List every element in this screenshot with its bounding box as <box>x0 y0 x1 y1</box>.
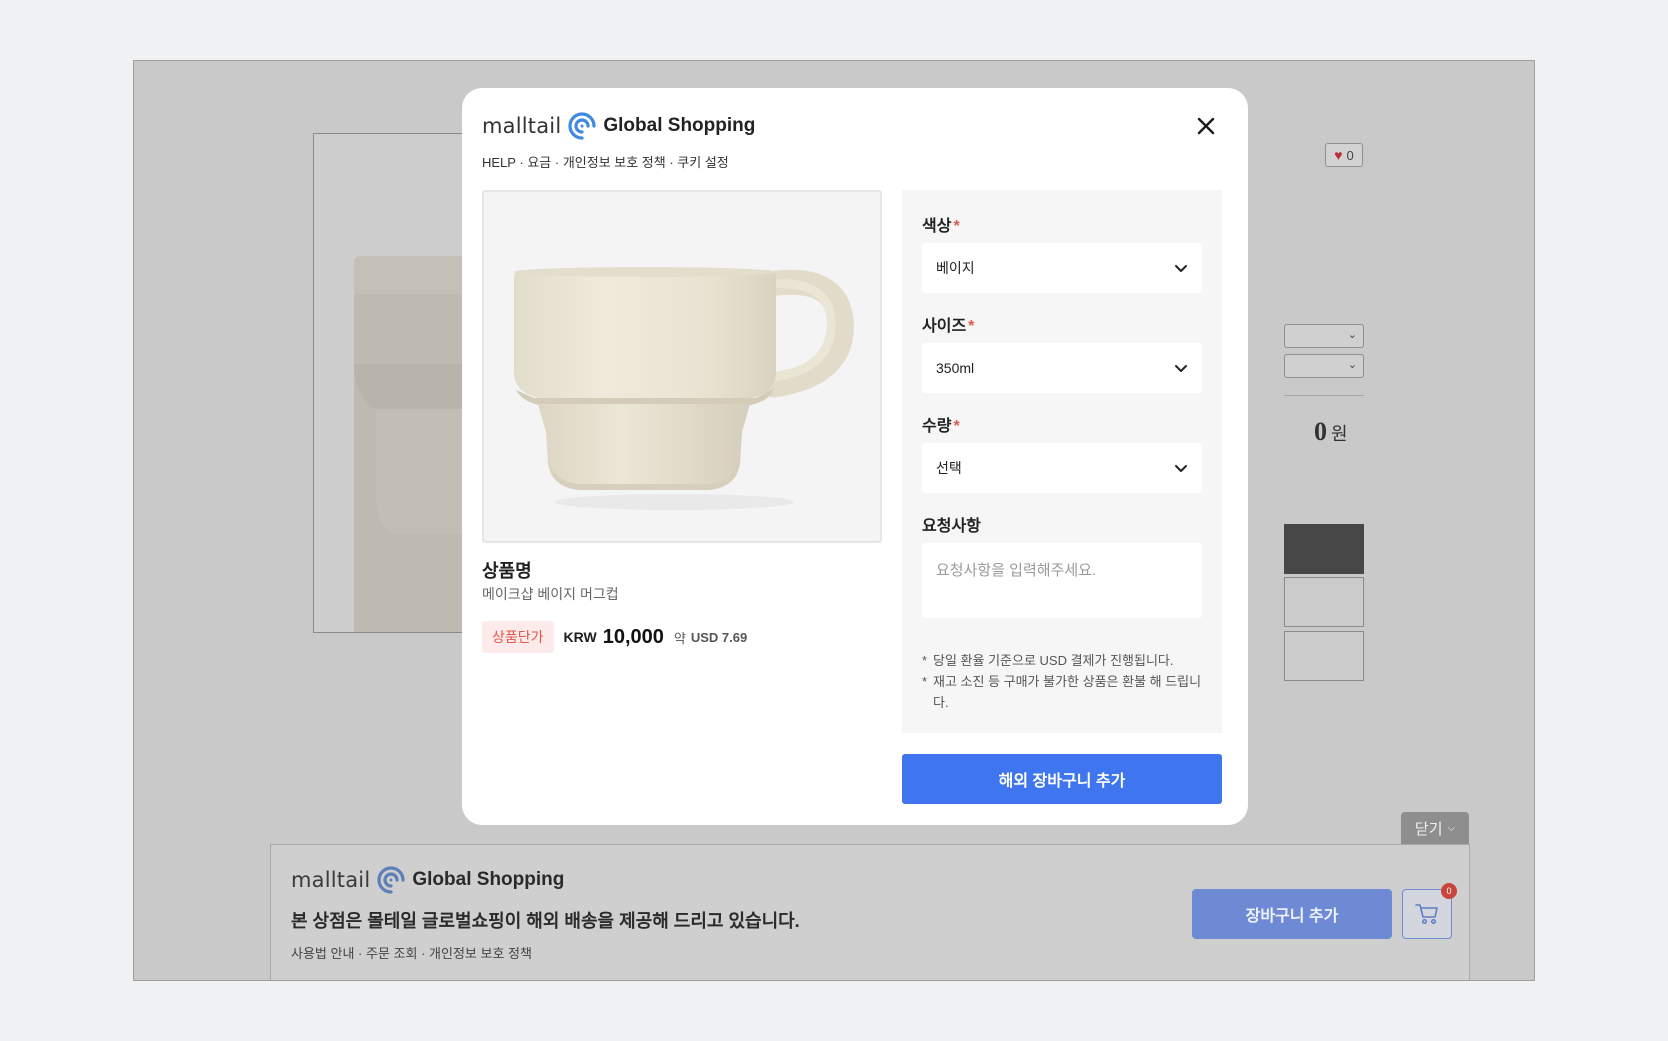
close-tab-label: 닫기 <box>1414 820 1443 838</box>
chevron-down-icon <box>1175 264 1187 272</box>
price-usd: USD 7.69 <box>690 629 748 645</box>
malltail-wordmark: malltail <box>482 114 562 138</box>
background-option-select-1: ⌄ <box>1284 324 1364 348</box>
background-wishlist-button: ♥ 0 <box>1325 143 1363 167</box>
bottom-bar-cart-button[interactable]: 0 <box>1402 883 1457 939</box>
background-total-price: 0원 <box>1314 417 1348 447</box>
product-name: 메이크샵 베이지 머그컵 <box>482 586 619 602</box>
size-select-value: 350ml <box>936 360 975 376</box>
note-text: 당일 환율 기준으로 USD 결제가 진행됩니다. <box>933 653 1174 668</box>
link-separator: · <box>421 946 430 961</box>
chevron-down-icon: ⌄ <box>1347 329 1357 341</box>
screenshot-frame: ♥ 0 ⌄ ⌄ 0원 닫기 ⌵ malltail Global Shopping… <box>0 0 1668 1041</box>
malltail-wordmark: malltail <box>291 868 371 892</box>
request-label: 요청사항 <box>922 518 981 535</box>
background-divider <box>1284 395 1364 396</box>
bottom-bar-links: 사용법 안내 · 주문 조회 · 개인정보 보호 정책 <box>291 943 532 962</box>
product-name-label: 상품명 <box>482 561 532 581</box>
background-wish-button <box>1284 631 1364 681</box>
color-select[interactable]: 베이지 <box>922 243 1202 293</box>
link-cookie-settings[interactable]: 쿠키 설정 <box>677 155 728 170</box>
bottom-bar-headline: 본 상점은 몰테일 글로벌쇼핑이 해외 배송을 제공해 드리고 있습니다. <box>291 911 800 931</box>
close-icon <box>1197 117 1215 135</box>
color-label-text: 색상 <box>922 218 952 235</box>
product-image <box>482 190 882 543</box>
size-label: 사이즈 * <box>922 312 974 336</box>
background-total-amount: 0 <box>1314 417 1327 446</box>
quantity-label-text: 수량 <box>922 418 952 435</box>
global-shopping-label: Global Shopping <box>603 115 756 136</box>
link-help[interactable]: HELP <box>482 155 516 170</box>
bottom-bar-close-tab[interactable]: 닫기 ⌵ <box>1401 812 1469 844</box>
modal-close-button[interactable] <box>1190 110 1222 142</box>
note-bullet: * <box>922 653 928 668</box>
note-item: * 재고 소진 등 구매가 불가한 상품은 환불 해 드립니다. <box>922 671 1206 713</box>
request-textarea[interactable]: 요청사항을 입력해주세요. <box>922 543 1202 618</box>
unit-price-badge: 상품단가 <box>482 621 554 653</box>
chevron-down-icon: ⌄ <box>1347 359 1357 371</box>
heart-icon: ♥ <box>1334 147 1343 163</box>
notes: * 당일 환율 기준으로 USD 결제가 진행됩니다. * 재고 소진 등 구매… <box>922 650 1206 713</box>
background-cart-button <box>1284 577 1364 627</box>
color-label: 색상 * <box>922 212 960 236</box>
quantity-select-value: 선택 <box>936 460 962 476</box>
cart-icon <box>1415 904 1438 925</box>
chevron-down-icon <box>1175 364 1187 372</box>
request-placeholder: 요청사항을 입력해주세요. <box>936 562 1097 579</box>
modal-logo: malltail Global Shopping <box>482 111 755 141</box>
price-approx-label: 약 <box>673 630 686 646</box>
link-privacy-policy[interactable]: 개인정보 보호 정책 <box>429 946 532 961</box>
options-panel: 색상 * 베이지 사이즈 * 350ml 수량 * 선택 요청사항 요청사항을 … <box>902 190 1222 733</box>
cart-count-badge: 0 <box>1441 883 1457 899</box>
link-pricing[interactable]: 요금 <box>527 155 551 170</box>
price-currency: KRW <box>563 629 597 645</box>
modal-links: HELP · 요금 · 개인정보 보호 정책 · 쿠키 설정 <box>482 152 729 171</box>
required-mark: * <box>953 218 960 235</box>
background-option-select-2: ⌄ <box>1284 354 1364 378</box>
background-total-unit: 원 <box>1331 424 1348 444</box>
required-mark: * <box>968 318 975 335</box>
quantity-select[interactable]: 선택 <box>922 443 1202 493</box>
price-value: 10,000 <box>602 625 664 648</box>
bottom-bar-add-to-cart-button[interactable]: 장바구니 추가 <box>1192 889 1392 939</box>
quantity-label: 수량 * <box>922 412 960 436</box>
link-order-lookup[interactable]: 주문 조회 <box>366 946 417 961</box>
chevron-down-icon <box>1175 464 1187 472</box>
size-select[interactable]: 350ml <box>922 343 1202 393</box>
background-buy-button <box>1284 524 1364 574</box>
add-to-cart-modal: malltail Global Shopping HELP · 요금 · 개인정… <box>462 88 1248 825</box>
add-to-overseas-cart-button[interactable]: 해외 장바구니 추가 <box>902 754 1222 804</box>
beige-mug-image <box>514 267 854 510</box>
required-mark: * <box>953 418 960 435</box>
malltail-swirl-logo-icon <box>568 112 596 140</box>
link-usage-guide[interactable]: 사용법 안내 <box>291 946 354 961</box>
link-separator: · <box>554 155 563 170</box>
color-select-value: 베이지 <box>936 260 975 276</box>
malltail-swirl-logo-icon <box>377 866 405 894</box>
note-bullet: * <box>922 674 928 689</box>
global-shopping-label: Global Shopping <box>412 869 565 890</box>
size-label-text: 사이즈 <box>922 318 967 335</box>
link-privacy-policy[interactable]: 개인정보 보호 정책 <box>563 155 666 170</box>
chevron-down-icon: ⌵ <box>1447 822 1456 834</box>
link-separator: · <box>358 946 366 961</box>
wishlist-count: 0 <box>1346 147 1354 163</box>
malltail-bottom-bar: malltail Global Shopping 본 상점은 몰테일 글로벌쇼핑… <box>270 844 1470 980</box>
note-item: * 당일 환율 기준으로 USD 결제가 진행됩니다. <box>922 650 1206 671</box>
note-text: 재고 소진 등 구매가 불가한 상품은 환불 해 드립니다. <box>933 674 1202 710</box>
bottom-bar-logo: malltail Global Shopping <box>291 865 564 895</box>
price-row: 상품단가 KRW 10,000 약 USD 7.69 <box>482 621 747 653</box>
